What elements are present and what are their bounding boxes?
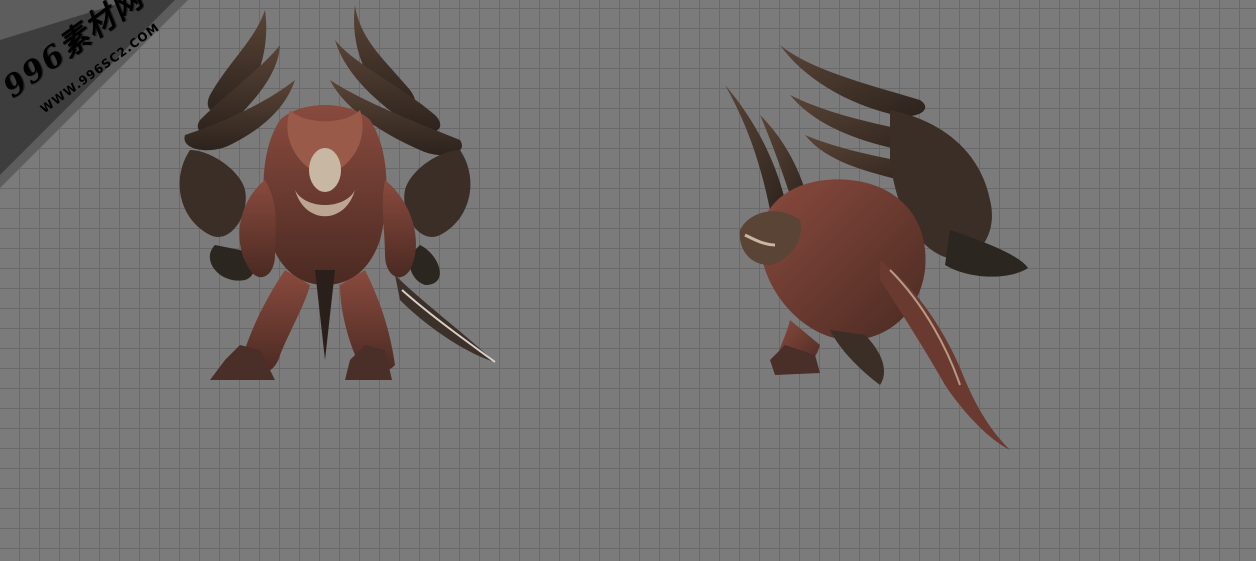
demon-front-view — [170, 0, 510, 390]
demon-side-view — [720, 40, 1040, 455]
demon-creature-icon — [179, 5, 496, 380]
demon-creature-icon — [725, 45, 1028, 450]
grid-viewport: 996素材网 WWW.996SC2.COM — [0, 0, 1256, 561]
